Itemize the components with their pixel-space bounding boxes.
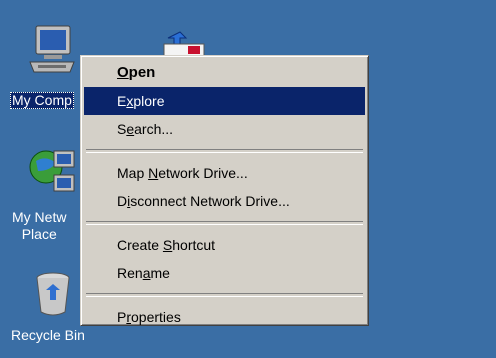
menu-item-disconnect-network-drive[interactable]: Disconnect Network Drive... xyxy=(84,187,365,215)
menu-separator xyxy=(86,149,363,153)
network-places-icon xyxy=(29,150,75,192)
menu-item-create-shortcut[interactable]: Create Shortcut xyxy=(84,231,365,259)
context-menu: Open Explore Search... Map Network Drive… xyxy=(80,55,369,326)
recycle-bin-label: Recycle Bin xyxy=(11,327,85,343)
menu-item-map-network-drive[interactable]: Map Network Drive... xyxy=(84,159,365,187)
menu-separator xyxy=(86,221,363,225)
desktop[interactable]: My Comp My Netw Place Recycle Bin Open E… xyxy=(0,0,496,358)
menu-item-explore[interactable]: Explore xyxy=(84,87,365,115)
network-places-label: My Netw Place xyxy=(12,209,67,242)
recycle-bin-icon xyxy=(36,272,70,316)
network-places-shortcut[interactable]: My Netw Place xyxy=(0,145,80,245)
menu-item-properties[interactable]: Properties xyxy=(84,303,365,331)
my-computer-shortcut[interactable]: My Comp xyxy=(0,22,80,122)
menu-item-open[interactable]: Open xyxy=(84,59,365,87)
menu-item-search[interactable]: Search... xyxy=(84,115,365,143)
my-computer-icon xyxy=(29,25,75,73)
menu-separator xyxy=(86,293,363,297)
my-computer-label: My Comp xyxy=(10,92,74,109)
menu-item-rename[interactable]: Rename xyxy=(84,259,365,287)
